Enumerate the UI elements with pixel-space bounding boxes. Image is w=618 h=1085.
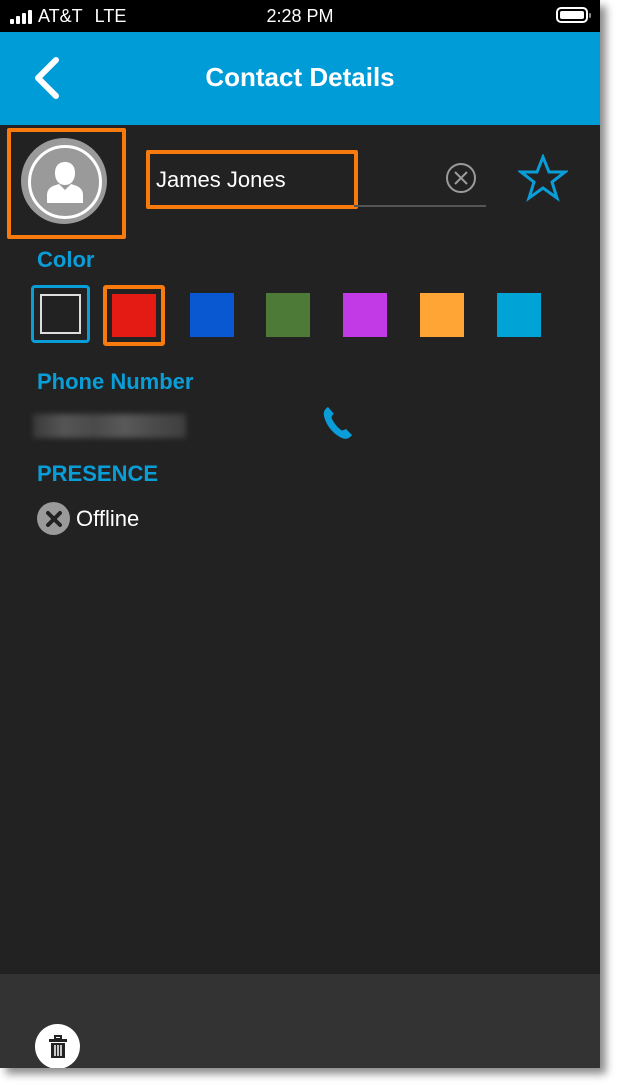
phone-icon [323,407,352,439]
footer-bar [0,974,600,1068]
phone-screen: AT&T LTE 2:28 PM Contact Details James J… [0,0,600,1068]
app-header: Contact Details [0,32,600,125]
delete-contact-button[interactable] [35,1024,80,1068]
color-swatch-blue[interactable] [190,293,234,337]
color-swatch-orange[interactable] [420,293,464,337]
battery-icon [556,7,591,23]
page-title: Contact Details [205,62,395,92]
call-button[interactable] [320,403,360,443]
presence-status-text: Offline [76,505,140,531]
status-time: 2:28 PM [266,6,334,26]
avatar [21,138,107,224]
offline-x-icon [37,502,70,535]
name-input[interactable] [150,154,350,205]
status-bar: AT&T LTE 2:28 PM [0,0,600,32]
clear-name-button[interactable] [445,162,477,194]
favorite-button[interactable] [516,152,570,202]
person-icon [47,162,83,203]
phone-number-value-blurred [33,414,186,438]
color-swatch-red[interactable] [103,285,165,346]
name-underline [354,205,486,207]
color-swatch-none[interactable] [31,285,90,343]
presence-status: Offline [37,502,139,535]
circle-x-icon [446,163,476,193]
color-swatch-cyan[interactable] [497,293,541,337]
name-field-highlight [146,150,358,209]
color-swatch-green[interactable] [266,293,310,337]
color-label: Color [37,247,95,272]
star-outline-icon [516,152,570,202]
color-swatch-purple[interactable] [343,293,387,337]
trash-icon [48,1034,67,1058]
avatar-button[interactable] [7,128,126,239]
presence-label: PRESENCE [37,461,159,486]
phone-number-label: Phone Number [37,369,194,394]
